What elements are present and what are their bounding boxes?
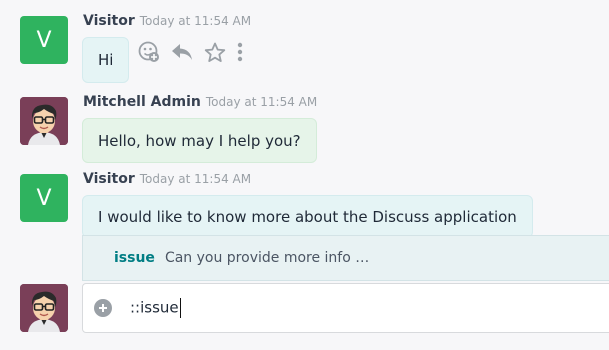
- message-composer: ::issue: [82, 283, 609, 333]
- author-name[interactable]: Visitor: [83, 13, 135, 29]
- add-attachment-icon[interactable]: [94, 299, 112, 317]
- message-author: Mitchell Admin Today at 11:54 AM: [83, 94, 317, 110]
- composer-input-text: ::issue: [130, 298, 179, 317]
- admin-avatar-illustration: [20, 97, 68, 145]
- text-caret: [179, 298, 181, 318]
- visitor-avatar[interactable]: V: [20, 174, 68, 222]
- admin-avatar[interactable]: [20, 97, 68, 145]
- suggestion-description: Can you provide more info …: [164, 250, 370, 266]
- add-reaction-icon[interactable]: [138, 41, 160, 63]
- message-time: Today at 11:54 AM: [139, 172, 252, 186]
- visitor-avatar[interactable]: V: [20, 16, 68, 64]
- reply-icon[interactable]: [170, 42, 194, 62]
- message-bubble: Hi: [82, 37, 130, 83]
- composer-input[interactable]: ::issue: [130, 298, 530, 318]
- current-user-avatar-illustration: [20, 284, 68, 332]
- message-bubble: Hello, how may I help you?: [82, 118, 317, 163]
- suggestion-keyword: issue: [114, 250, 155, 266]
- canned-response-suggestion[interactable]: issue Can you provide more info …: [82, 235, 609, 281]
- message-text: Hello, how may I help you?: [98, 131, 301, 150]
- message-author: Visitor Today at 11:54 AM: [83, 13, 251, 29]
- message-time: Today at 11:54 AM: [205, 95, 318, 109]
- more-vertical-icon[interactable]: [236, 42, 244, 62]
- author-name[interactable]: Mitchell Admin: [83, 94, 201, 110]
- star-icon[interactable]: [204, 42, 226, 63]
- message-bubble: I would like to know more about the Disc…: [82, 195, 533, 238]
- author-name[interactable]: Visitor: [83, 171, 135, 187]
- message-text: Hi: [98, 51, 114, 69]
- current-user-avatar: [20, 284, 68, 332]
- message-text: I would like to know more about the Disc…: [98, 207, 517, 226]
- avatar-letter: V: [36, 27, 52, 53]
- avatar-letter: V: [36, 185, 52, 211]
- message-author: Visitor Today at 11:54 AM: [83, 171, 251, 187]
- message-actions: [138, 41, 244, 63]
- message-time: Today at 11:54 AM: [139, 14, 252, 28]
